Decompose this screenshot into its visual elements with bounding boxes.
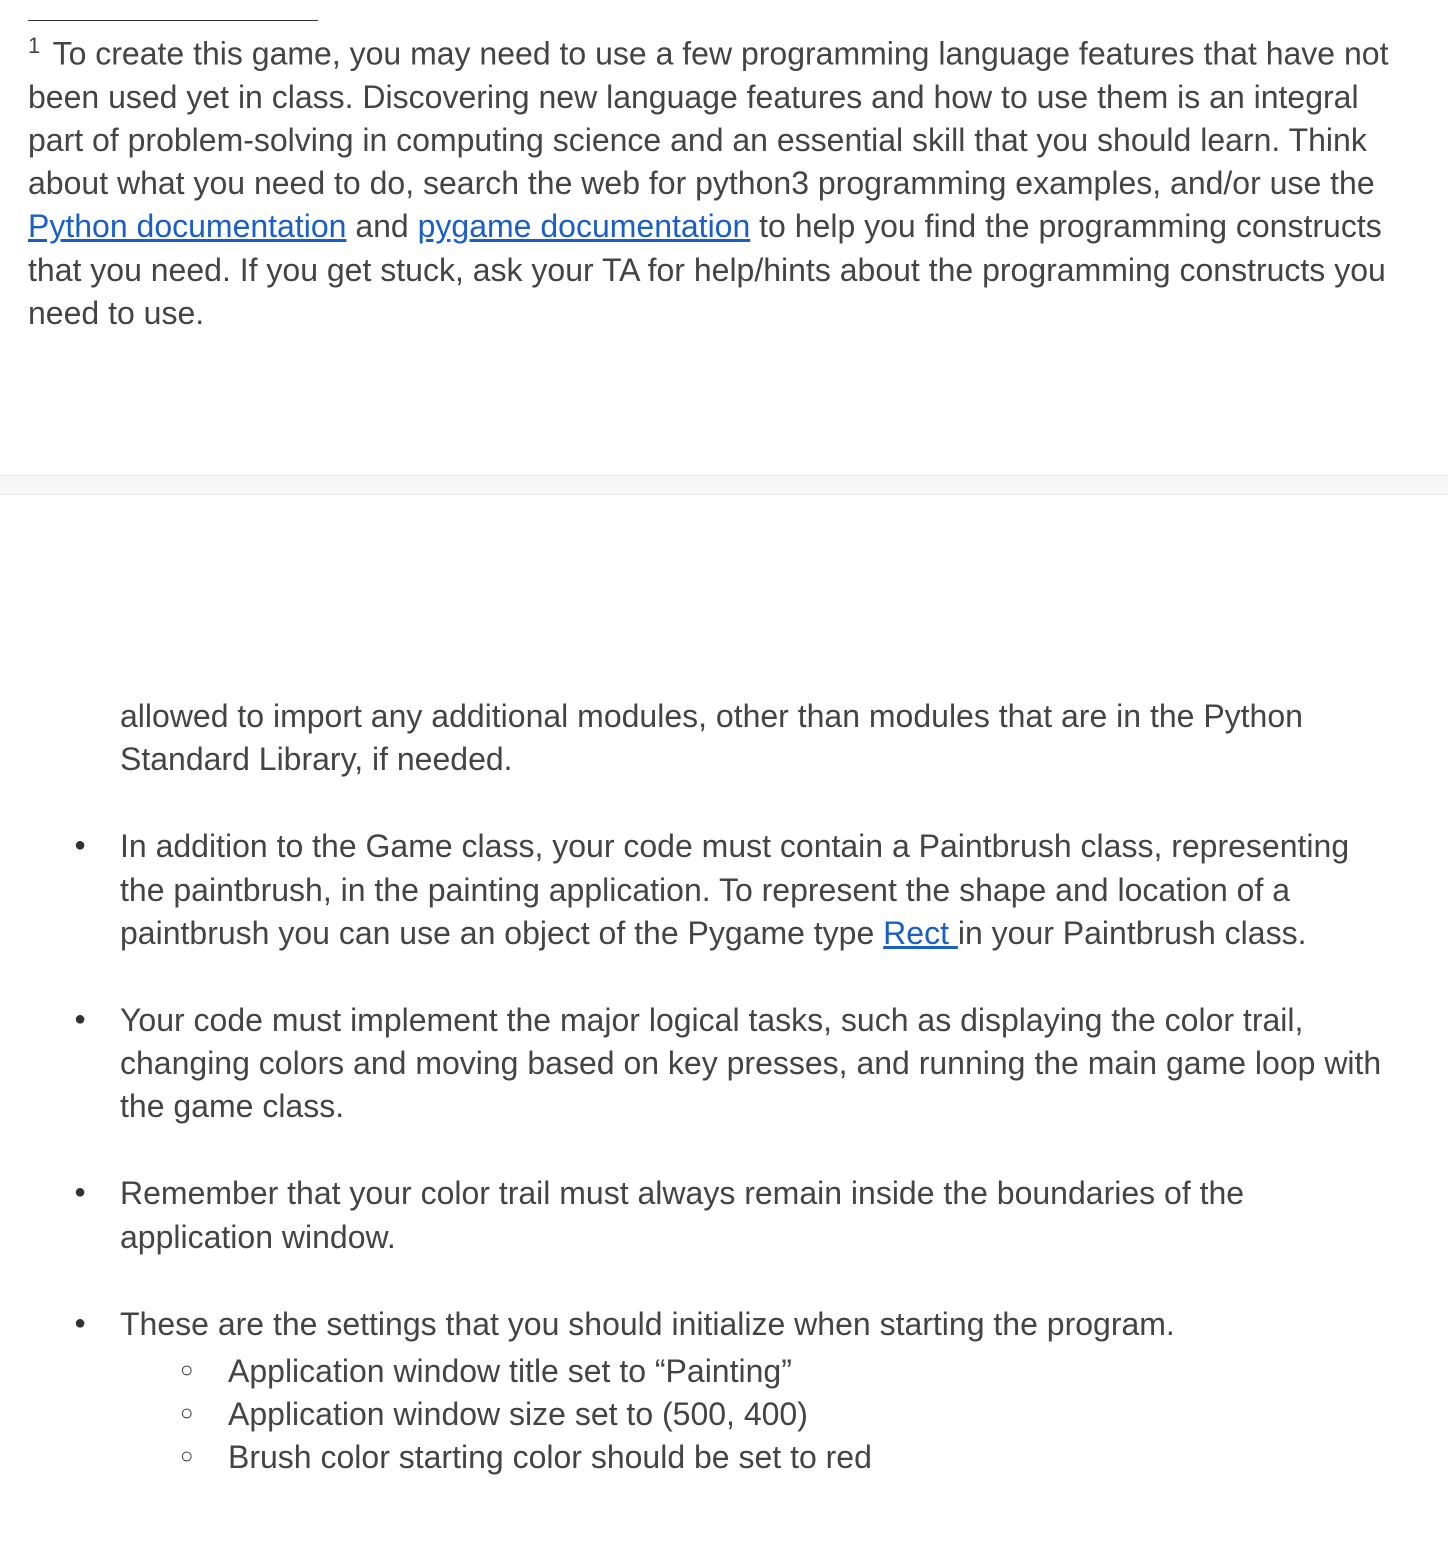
footnote-mid1: and (346, 208, 417, 244)
sublist-item: Application window title set to “Paintin… (120, 1350, 1388, 1393)
list-item: Your code must implement the major logic… (60, 999, 1388, 1129)
continued-paragraph: allowed to import any additional modules… (120, 695, 1388, 781)
bullet-intro: These are the settings that you should i… (120, 1306, 1175, 1342)
footnote-section: 1 To create this game, you may need to u… (0, 0, 1448, 475)
sublist-item: Brush color starting color should be set… (120, 1436, 1388, 1479)
footnote-pre: To create this game, you may need to use… (28, 36, 1388, 202)
sublist-item: Application window size set to (500, 400… (120, 1393, 1388, 1436)
python-documentation-link[interactable]: Python documentation (28, 208, 346, 244)
footnote-divider (28, 20, 318, 21)
document-page: 1 To create this game, you may need to u… (0, 0, 1448, 1564)
footnote-text: 1 To create this game, you may need to u… (28, 31, 1420, 335)
list-item: Remember that your color trail must alwa… (60, 1172, 1388, 1258)
footnote-marker: 1 (28, 33, 40, 58)
content-section: allowed to import any additional modules… (0, 495, 1448, 1564)
requirements-list: In addition to the Game class, your code… (60, 825, 1388, 1479)
pygame-documentation-link[interactable]: pygame documentation (418, 208, 751, 244)
bullet-post: in your Paintbrush class. (958, 915, 1307, 951)
rect-link[interactable]: Rect (883, 915, 958, 951)
settings-sublist: Application window title set to “Paintin… (120, 1350, 1388, 1480)
list-item: These are the settings that you should i… (60, 1303, 1388, 1480)
list-item: In addition to the Game class, your code… (60, 825, 1388, 955)
page-break-gap (0, 475, 1448, 495)
